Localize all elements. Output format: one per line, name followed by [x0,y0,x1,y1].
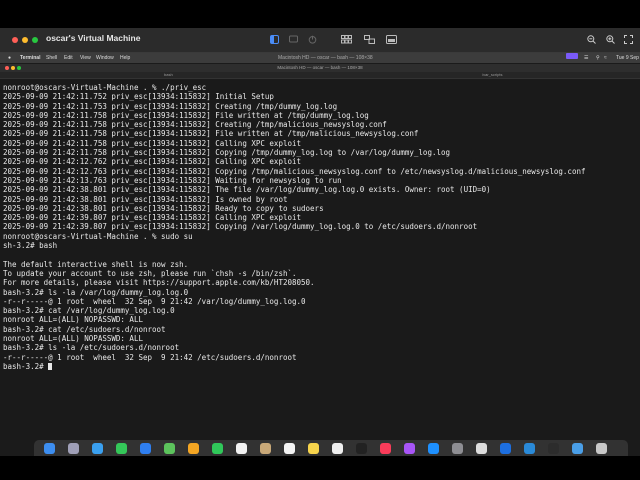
terminal-line: 2025-09-09 21:42:11.758 priv_esc[13934:1… [3,148,451,158]
fullscreen-icon[interactable] [624,35,633,44]
reminders-icon[interactable] [284,443,295,454]
dock [34,440,628,456]
terminal-line: 2025-09-09 21:42:11.758 priv_esc[13934:1… [3,110,369,120]
terminal-icon[interactable] [548,443,559,454]
notes-icon[interactable] [308,443,319,454]
vscode-icon[interactable] [524,443,535,454]
menubar-center-title: Macintosh HD — oscar — bash — 108×38 [278,55,373,61]
terminal-line: sh-3.2# bash [3,241,58,251]
terminal-line: nonroot ALL=(ALL) NOPASSWD: ALL [3,334,143,344]
terminal-tab-bar: bash /var_scripts [0,72,640,79]
terminal-line: nonroot ALL=(ALL) NOPASSWD: ALL [3,315,143,325]
display-icon[interactable] [289,35,298,44]
close-button[interactable] [12,37,18,43]
terminal-line: 2025-09-09 21:42:39.807 priv_esc[13934:1… [3,222,478,232]
grid-view-icon[interactable] [341,35,352,44]
menu-edit[interactable]: Edit [64,53,73,63]
terminal-output: nonroot@oscars-Virtual-Machine . % ./pri… [3,83,585,371]
terminal-line: bash-3.2# cat /etc/sudoers.d/nonroot [3,324,166,334]
power-icon[interactable] [308,35,317,44]
menu-shell[interactable]: Shell [46,53,57,63]
terminal-line: bash-3.2# ls -la /var/log/dummy_log.log.… [3,287,189,297]
zoom-out-icon[interactable] [587,35,596,44]
terminal-line: nonroot@oscars-Virtual-Machine . % ./pri… [3,83,207,92]
terminal-line: bash-3.2# cat /var/log/dummy_log.log.0 [3,306,175,316]
menu-terminal[interactable]: Terminal [20,53,40,63]
iphone-mirroring-icon[interactable] [476,443,487,454]
photos-icon[interactable] [188,443,199,454]
calendar-icon[interactable] [236,443,247,454]
control-center-icon[interactable]: ☰ [584,53,588,63]
terminal-line: bash-3.2# ls -la /etc/sudoers.d/nonroot [3,343,180,353]
minimize-button[interactable] [22,37,28,43]
finder-icon[interactable] [44,443,55,454]
terminal-prompt: bash-3.2# [3,361,49,371]
wifi-icon[interactable]: ≈ [604,53,607,63]
terminal-line: 2025-09-09 21:42:12.762 priv_esc[13934:1… [3,157,302,167]
downloads-icon[interactable] [572,443,583,454]
terminal-line: 2025-09-09 21:42:38.801 priv_esc[13934:1… [3,203,324,213]
xcode-icon[interactable] [500,443,511,454]
menu-help[interactable]: Help [120,53,130,63]
terminal-line: 2025-09-09 21:42:11.758 priv_esc[13934:1… [3,120,387,130]
terminal-line: To update your account to use zsh, pleas… [3,268,297,278]
menu-window[interactable]: Window [96,53,114,63]
freeform-icon[interactable] [332,443,343,454]
terminal-line: 2025-09-09 21:42:11.752 priv_esc[13934:1… [3,92,274,102]
terminal-line: 2025-09-09 21:42:12.763 priv_esc[13934:1… [3,166,586,176]
terminal-line: 2025-09-09 21:42:38.801 priv_esc[13934:1… [3,185,491,195]
terminal-line: 2025-09-09 21:42:11.753 priv_esc[13934:1… [3,101,338,111]
maps-icon[interactable] [164,443,175,454]
terminal-line: nonroot@oscars-Virtual-Machine . % sudo … [3,231,193,241]
terminal-line: -r--r-----@ 1 root wheel 32 Sep 9 21:42 … [3,296,306,306]
safari-icon[interactable] [92,443,103,454]
terminal-line: 2025-09-09 21:42:38.801 priv_esc[13934:1… [3,194,288,204]
apple-menu-icon[interactable]: ● [8,53,11,63]
terminal-title: Macintosh HD — oscar — bash — 108×38 [277,65,363,70]
vm-window: oscar's Virtual Machine ● Terminal Shell… [0,28,640,456]
terminal-line: -r--r-----@ 1 root wheel 32 Sep 9 21:42 … [3,352,297,362]
terminal-body[interactable]: nonroot@oscars-Virtual-Machine . % ./pri… [0,80,640,440]
tab-bash[interactable]: bash [164,72,173,78]
window-title: oscar's Virtual Machine [46,33,141,43]
zoom-button[interactable] [32,37,38,43]
terminal-line: 2025-09-09 21:42:13.763 priv_esc[13934:1… [3,175,342,185]
contacts-icon[interactable] [260,443,271,454]
trash-icon[interactable] [596,443,607,454]
vm-titlebar: oscar's Virtual Machine [0,28,640,53]
terminal-line: 2025-09-09 21:42:39.807 priv_esc[13934:1… [3,213,302,223]
window-mode-icon[interactable] [386,35,397,44]
shared-folder-icon[interactable] [364,35,375,44]
cursor [48,362,53,370]
terminal-line: For more details, please visit https://s… [3,278,315,288]
search-icon[interactable]: ⚲ [596,53,600,63]
podcasts-icon[interactable] [404,443,415,454]
terminal-line: 2025-09-09 21:42:11.758 priv_esc[13934:1… [3,138,302,148]
messages-icon[interactable] [116,443,127,454]
app-store-icon[interactable] [428,443,439,454]
status-menu-icon[interactable] [566,53,578,59]
terminal-line: 2025-09-09 21:42:11.758 priv_esc[13934:1… [3,129,419,139]
terminal-line: The default interactive shell is now zsh… [3,259,189,269]
menu-view[interactable]: View [80,53,91,63]
menu-bar: ● Terminal Shell Edit View Window Help M… [0,53,640,63]
menubar-clock: Tue 9 Sep [616,55,639,61]
music-icon[interactable] [380,443,391,454]
mail-icon[interactable] [140,443,151,454]
launchpad-icon[interactable] [68,443,79,454]
settings-icon[interactable] [452,443,463,454]
zoom-in-icon[interactable] [606,35,615,44]
facetime-icon[interactable] [212,443,223,454]
sidebar-toggle-icon[interactable] [270,35,279,44]
terminal-titlebar: Macintosh HD — oscar — bash — 108×38 [0,64,640,72]
tab-var-scripts[interactable]: /var_scripts [482,72,502,78]
tv-icon[interactable] [356,443,367,454]
terminal-prompt-line[interactable]: bash-3.2# [3,362,585,371]
